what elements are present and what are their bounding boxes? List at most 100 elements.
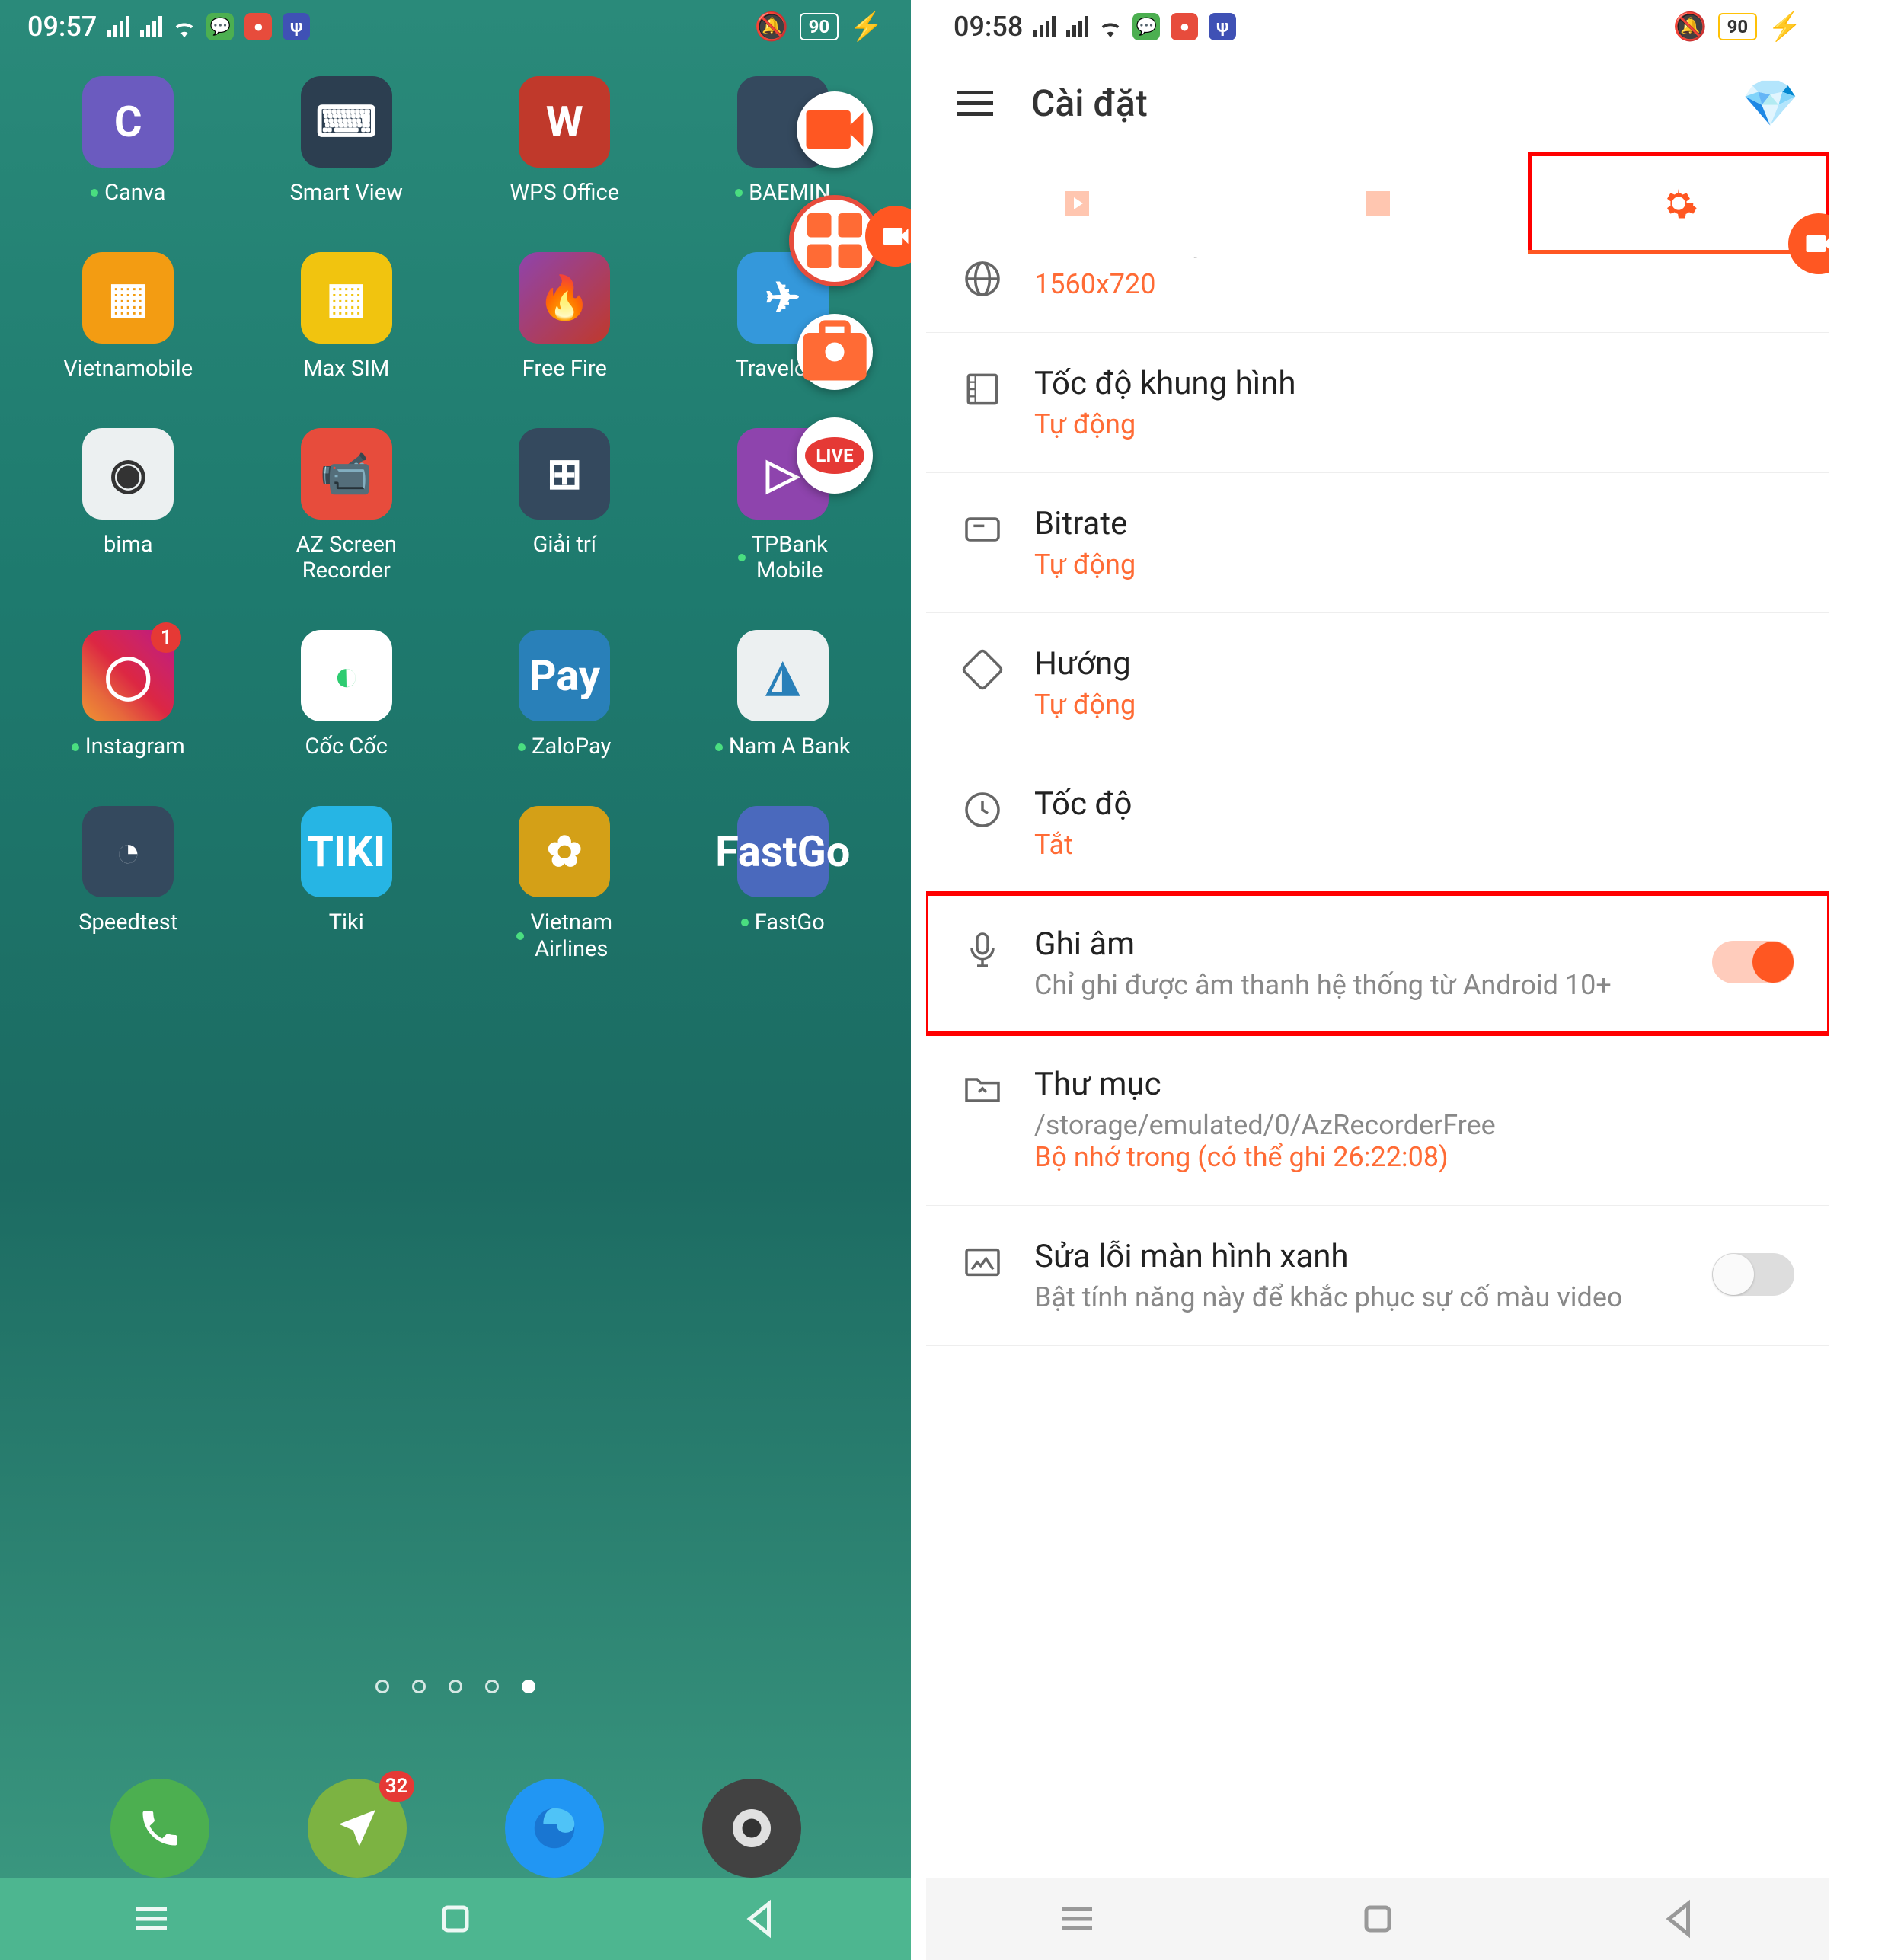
setting-title: Thư mục <box>1034 1066 1794 1103</box>
app-label: Smart View <box>290 180 403 206</box>
setting-hướng[interactable]: Hướng Tự động <box>926 613 1829 753</box>
premium-icon[interactable]: 💎 <box>1742 76 1799 130</box>
setting-value: Tự động <box>1034 689 1794 721</box>
notif-icon: ● <box>1171 13 1198 40</box>
toggle[interactable] <box>1712 1253 1794 1296</box>
page-indicator <box>0 1680 911 1693</box>
app-icon: C <box>82 76 174 168</box>
setting-thư-mục[interactable]: Thư mục/storage/emulated/0/AzRecorderFre… <box>926 1034 1829 1206</box>
dock: 32 <box>0 1779 911 1878</box>
setting-title: Sửa lỗi màn hình xanh <box>1034 1238 1682 1275</box>
folder-icon <box>961 1069 1004 1111</box>
app-cốc-cốc[interactable]: ◐Cốc Cốc <box>249 630 445 760</box>
app-smart-view[interactable]: ⌨Smart View <box>249 76 445 206</box>
camera-app[interactable] <box>702 1779 801 1878</box>
settings-screen: 09:58 💬 ● ψ 🔕 90 ⚡ Cài đặt 💎 Độ phân giả… <box>926 0 1829 1960</box>
app-fastgo[interactable]: FastGo FastGo <box>685 806 881 963</box>
back-button[interactable] <box>1656 1896 1701 1942</box>
home-button[interactable] <box>1355 1896 1401 1942</box>
setting-title: Tốc độ khung hình <box>1034 365 1794 402</box>
setting-title: Ghi âm <box>1034 926 1682 963</box>
app-max-sim[interactable]: ▦ Max SIM <box>249 252 445 382</box>
setting-value: Bật tính năng này để khắc phục sự cố màu… <box>1034 1281 1682 1313</box>
update-dot <box>715 743 723 751</box>
setting-value: /storage/emulated/0/AzRecorderFree <box>1034 1109 1794 1141</box>
app-label: ZaloPay <box>518 734 611 760</box>
app-label: Nam A Bank <box>715 734 851 760</box>
app-icon: ◯1 <box>82 630 174 721</box>
toggle[interactable] <box>1712 941 1794 983</box>
app-label: FastGo <box>741 910 825 936</box>
notif-icon: 💬 <box>1132 13 1160 40</box>
tab-videos[interactable] <box>926 153 1227 254</box>
app-giải-trí[interactable]: ⊞Giải trí <box>467 428 663 585</box>
setting-bitrate[interactable]: BitrateTự động <box>926 473 1829 613</box>
app-label: Max SIM <box>303 356 389 382</box>
toolbox-button[interactable] <box>797 314 873 390</box>
app-label: AZ Screen Recorder <box>296 532 397 585</box>
app-vietnam-airlines[interactable]: ✿Vietnam Airlines <box>467 806 663 963</box>
setting-body: Tốc độ khung hìnhTự động <box>1034 365 1794 440</box>
globe-icon <box>961 257 1004 300</box>
app-icon: ◮ <box>737 630 829 721</box>
tab-settings[interactable] <box>1529 153 1829 254</box>
setting-body: Thư mục/storage/emulated/0/AzRecorderFre… <box>1034 1066 1794 1173</box>
home-screen: 09:57 💬 ● ψ 🔕 90 ⚡ CCanva⌨Smart ViewWWPS… <box>0 0 911 1960</box>
rotate-icon <box>961 648 1004 691</box>
app-wps-office[interactable]: WWPS Office <box>467 76 663 206</box>
messages-app[interactable]: 32 <box>308 1779 407 1878</box>
notif-icon: 💬 <box>206 13 234 40</box>
setting-body: Ghi âmChỉ ghi được âm thanh hệ thống từ … <box>1034 926 1682 1001</box>
phone-app[interactable] <box>110 1779 209 1878</box>
tab-bar <box>926 153 1829 254</box>
app-zalopay[interactable]: PayZaloPay <box>467 630 663 760</box>
home-button[interactable] <box>433 1896 478 1942</box>
mute-icon: 🔕 <box>755 11 789 43</box>
app-tiki[interactable]: TIKITiki <box>249 806 445 963</box>
record-video-button[interactable] <box>797 91 873 168</box>
tab-images[interactable] <box>1227 153 1528 254</box>
time: 09:57 <box>27 11 97 43</box>
app-vietnamobile[interactable]: ▦Vietnamobile <box>30 252 226 382</box>
app-label: WPS Office <box>510 180 619 206</box>
app-icon: ▦ <box>301 252 392 344</box>
browser-app[interactable] <box>505 1779 604 1878</box>
recent-button[interactable] <box>1054 1896 1100 1942</box>
charging-icon: ⚡ <box>1768 11 1802 43</box>
app-icon: 🔥 <box>519 252 610 344</box>
setting-sửa-lỗi-màn-hình-xanh[interactable]: Sửa lỗi màn hình xanh Bật tính năng này đ… <box>926 1206 1829 1346</box>
settings-list: Độ phân giải1560x720Tốc độ khung hìnhTự … <box>926 254 1829 1437</box>
app-icon: TIKI <box>301 806 392 897</box>
app-speedtest[interactable]: ◔Speedtest <box>30 806 226 963</box>
app-instagram[interactable]: ◯1Instagram <box>30 630 226 760</box>
app-free-fire[interactable]: 🔥 Free Fire <box>467 252 663 382</box>
recent-button[interactable] <box>129 1896 174 1942</box>
setting-body: Sửa lỗi màn hình xanh Bật tính năng này đ… <box>1034 1238 1682 1313</box>
nav-bar <box>926 1878 1829 1960</box>
app-icon: FastGo <box>737 806 829 897</box>
setting-value: Tự động <box>1034 548 1794 580</box>
setting-tốc-độ-khung-hình[interactable]: Tốc độ khung hìnhTự động <box>926 333 1829 473</box>
app-az-screen-recorder[interactable]: 📹AZ Screen Recorder <box>249 428 445 585</box>
mic-icon <box>961 929 1004 971</box>
app-bar: Cài đặt 💎 <box>926 53 1829 153</box>
menu-button[interactable] <box>957 91 993 116</box>
setting-ghi-âm[interactable]: Ghi âmChỉ ghi được âm thanh hệ thống từ … <box>926 894 1829 1034</box>
setting-tốc-độ[interactable]: Tốc độTắt <box>926 753 1829 894</box>
app-label: Giải trí <box>533 532 596 558</box>
app-nam-a-bank[interactable]: ◮ Nam A Bank <box>685 630 881 760</box>
status-bar: 09:57 💬 ● ψ 🔕 90 ⚡ <box>0 0 911 53</box>
app-icon: ✿ <box>519 806 610 897</box>
setting-title: Hướng <box>1034 645 1794 683</box>
battery-icon: 90 <box>1718 13 1758 40</box>
notif-icon: ● <box>244 13 272 40</box>
back-button[interactable] <box>736 1896 782 1942</box>
setting-độ-phân-giải[interactable]: Độ phân giải1560x720 <box>926 254 1829 333</box>
app-bima[interactable]: ◉bima <box>30 428 226 585</box>
app-canva[interactable]: CCanva <box>30 76 226 206</box>
app-label: Free Fire <box>522 356 607 382</box>
wifi-icon <box>173 15 196 38</box>
signal-icon <box>1066 16 1088 37</box>
badge: 1 <box>151 622 181 653</box>
live-button[interactable]: LIVE <box>797 417 873 494</box>
